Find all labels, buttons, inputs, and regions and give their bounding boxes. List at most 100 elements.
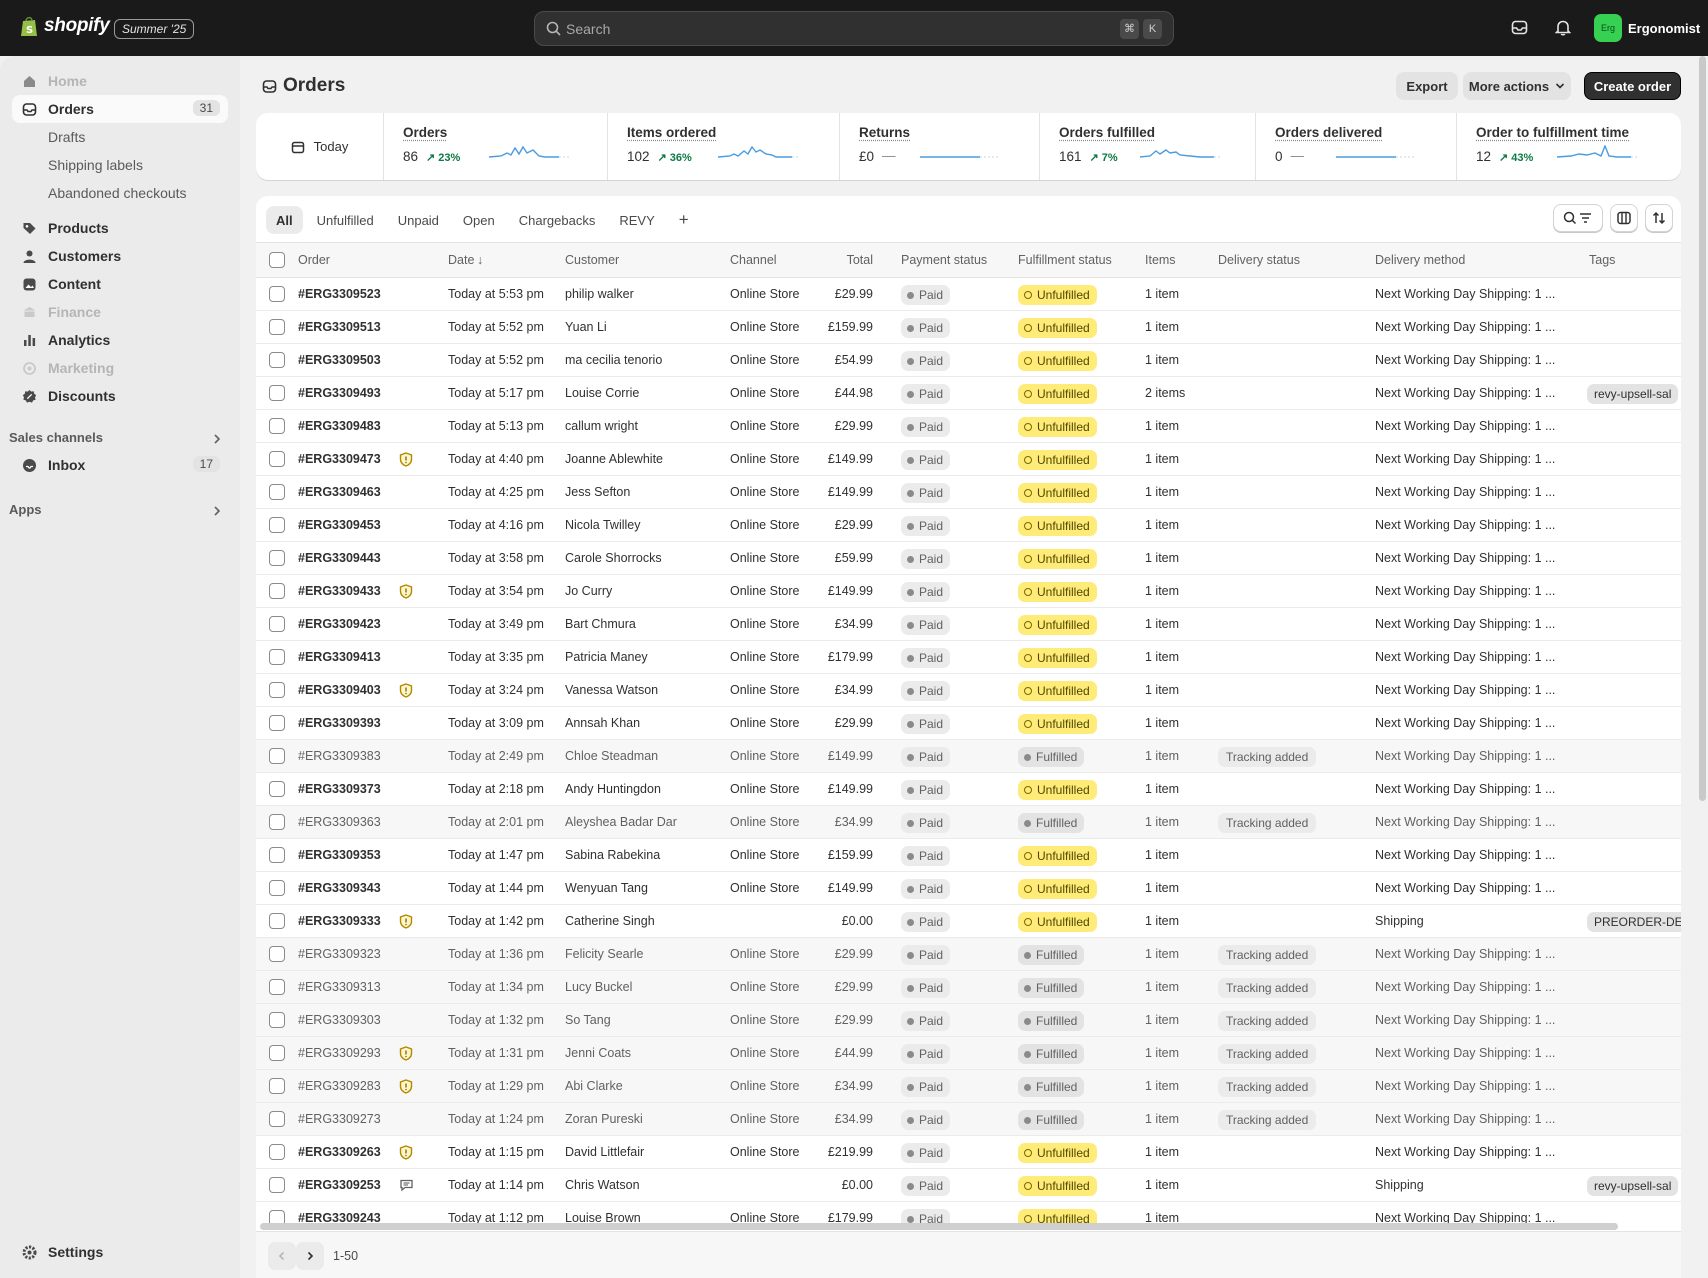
row-checkbox[interactable] — [269, 979, 285, 995]
row-checkbox[interactable] — [269, 1045, 285, 1061]
row-checkbox[interactable] — [269, 418, 285, 434]
risk-shield-icon[interactable] — [399, 584, 413, 599]
table-row[interactable]: #ERG3309493 Today at 5:17 pm Louise Corrie… — [256, 377, 1681, 410]
order-number[interactable]: #ERG3309373 — [298, 782, 381, 796]
order-number[interactable]: #ERG3309323 — [298, 947, 381, 961]
table-row[interactable]: #ERG3309253 Today at 1:14 pm Chris Watson £… — [256, 1169, 1681, 1202]
metric-orders-delivered[interactable]: Orders delivered 0 — — [1256, 113, 1457, 180]
tab-revy[interactable]: REVY — [609, 206, 664, 234]
table-row[interactable]: #ERG3309453 Today at 4:16 pm Nicola Twille… — [256, 509, 1681, 542]
sidebar-item-marketing[interactable]: Marketing — [12, 354, 228, 382]
chevron-right-icon[interactable] — [212, 434, 222, 444]
order-number[interactable]: #ERG3309293 — [298, 1046, 381, 1060]
order-number[interactable]: #ERG3309433 — [298, 584, 381, 598]
risk-shield-icon[interactable] — [399, 1046, 413, 1061]
row-checkbox[interactable] — [269, 583, 285, 599]
sidebar-item-products[interactable]: Products — [12, 214, 228, 242]
table-row[interactable]: #ERG3309513 Today at 5:52 pm Yuan Li Online… — [256, 311, 1681, 344]
sort-button[interactable] — [1645, 204, 1673, 232]
horizontal-scrollbar[interactable] — [260, 1223, 1618, 1230]
row-checkbox[interactable] — [269, 319, 285, 335]
sidebar-item-inbox[interactable]: Inbox 17 — [12, 451, 228, 479]
order-number[interactable]: #ERG3309503 — [298, 353, 381, 367]
risk-shield-icon[interactable] — [399, 1145, 413, 1160]
table-row[interactable]: #ERG3309283 Today at 1:29 pm Abi Clarke Onl… — [256, 1070, 1681, 1103]
row-checkbox[interactable] — [269, 682, 285, 698]
row-checkbox[interactable] — [269, 781, 285, 797]
order-number[interactable]: #ERG3309493 — [298, 386, 381, 400]
column-header-payment-status[interactable]: Payment status — [901, 253, 987, 267]
metric-items-ordered[interactable]: Items ordered 102 ↗ 36% — [608, 113, 840, 180]
table-row[interactable]: #ERG3309403 Today at 3:24 pm Vanessa Watso… — [256, 674, 1681, 707]
previous-page-button[interactable] — [268, 1242, 296, 1270]
create-order-button[interactable]: Create order — [1584, 72, 1681, 100]
metric-orders[interactable]: Orders 86 ↗ 23% — [384, 113, 608, 180]
risk-shield-icon[interactable] — [399, 914, 413, 929]
bell-icon[interactable] — [1555, 19, 1571, 36]
order-number[interactable]: #ERG3309513 — [298, 320, 381, 334]
tab-all[interactable]: All — [266, 206, 303, 234]
row-checkbox[interactable] — [269, 286, 285, 302]
column-header-date[interactable]: Date — [448, 253, 474, 267]
row-checkbox[interactable] — [269, 946, 285, 962]
order-number[interactable]: #ERG3309353 — [298, 848, 381, 862]
edition-badge[interactable]: Summer '25 — [114, 19, 195, 39]
table-row[interactable]: #ERG3309503 Today at 5:52 pm ma cecilia te… — [256, 344, 1681, 377]
column-header-delivery-status[interactable]: Delivery status — [1218, 253, 1300, 267]
order-number[interactable]: #ERG3309453 — [298, 518, 381, 532]
table-row[interactable]: #ERG3309353 Today at 1:47 pm Sabina Rabeki… — [256, 839, 1681, 872]
order-number[interactable]: #ERG3309363 — [298, 815, 381, 829]
sidebar-item-shipping-labels[interactable]: Shipping labels — [12, 151, 228, 179]
columns-button[interactable] — [1610, 204, 1638, 232]
search-filter-button[interactable] — [1553, 204, 1603, 232]
row-checkbox[interactable] — [269, 1111, 285, 1127]
row-checkbox[interactable] — [269, 616, 285, 632]
row-checkbox[interactable] — [269, 352, 285, 368]
order-number[interactable]: #ERG3309273 — [298, 1112, 381, 1126]
order-number[interactable]: #ERG3309403 — [298, 683, 381, 697]
sidebar-item-finance[interactable]: Finance — [12, 298, 228, 326]
apps-label[interactable]: Apps — [9, 502, 42, 517]
table-row[interactable]: #ERG3309263 Today at 1:15 pm David Littlef… — [256, 1136, 1681, 1169]
column-header-customer[interactable]: Customer — [565, 253, 619, 267]
sidebar-item-abandoned-checkouts[interactable]: Abandoned checkouts — [12, 179, 228, 207]
sidebar-item-analytics[interactable]: Analytics — [12, 326, 228, 354]
order-number[interactable]: #ERG3309523 — [298, 287, 381, 301]
sidebar-item-customers[interactable]: Customers — [12, 242, 228, 270]
table-row[interactable]: #ERG3309433 Today at 3:54 pm Jo Curry Onlin… — [256, 575, 1681, 608]
metric-order-to-fulfillment-time[interactable]: Order to fulfillment time 12 ↗ 43% — [1457, 113, 1681, 180]
row-checkbox[interactable] — [269, 1177, 285, 1193]
sales-channels-label[interactable]: Sales channels — [9, 430, 103, 445]
table-row[interactable]: #ERG3309523 Today at 5:53 pm philip walker… — [256, 278, 1681, 311]
row-checkbox[interactable] — [269, 814, 285, 830]
risk-shield-icon[interactable] — [399, 452, 413, 467]
order-number[interactable]: #ERG3309263 — [298, 1145, 381, 1159]
order-number[interactable]: #ERG3309483 — [298, 419, 381, 433]
row-checkbox[interactable] — [269, 847, 285, 863]
sidebar-item-settings[interactable]: Settings — [12, 1238, 228, 1266]
table-row[interactable]: #ERG3309393 Today at 3:09 pm Annsah Khan On… — [256, 707, 1681, 740]
order-number[interactable]: #ERG3309473 — [298, 452, 381, 466]
order-number[interactable]: #ERG3309443 — [298, 551, 381, 565]
search-bar[interactable]: Search ⌘ K — [534, 11, 1174, 46]
column-header-tags[interactable]: Tags — [1589, 253, 1615, 267]
sidebar-item-discounts[interactable]: Discounts — [12, 382, 228, 410]
sidebar-item-home[interactable]: Home — [12, 67, 228, 95]
order-number[interactable]: #ERG3309463 — [298, 485, 381, 499]
column-header-channel[interactable]: Channel — [730, 253, 777, 267]
order-number[interactable]: #ERG3309303 — [298, 1013, 381, 1027]
inbox-tray-icon[interactable] — [1511, 19, 1528, 36]
sidebar-item-content[interactable]: Content — [12, 270, 228, 298]
tab-unfulfilled[interactable]: Unfulfilled — [307, 206, 384, 234]
next-page-button[interactable] — [296, 1242, 324, 1270]
order-number[interactable]: #ERG3309283 — [298, 1079, 381, 1093]
sidebar-item-drafts[interactable]: Drafts — [12, 123, 228, 151]
table-row[interactable]: #ERG3309323 Today at 1:36 pm Felicity Sear… — [256, 938, 1681, 971]
order-number[interactable]: #ERG3309253 — [298, 1178, 381, 1192]
row-checkbox[interactable] — [269, 715, 285, 731]
table-row[interactable]: #ERG3309333 Today at 1:42 pm Catherine Sin… — [256, 905, 1681, 938]
order-number[interactable]: #ERG3309383 — [298, 749, 381, 763]
select-all-checkbox[interactable] — [269, 252, 285, 268]
table-row[interactable]: #ERG3309303 Today at 1:32 pm So Tang Online… — [256, 1004, 1681, 1037]
order-number[interactable]: #ERG3309413 — [298, 650, 381, 664]
